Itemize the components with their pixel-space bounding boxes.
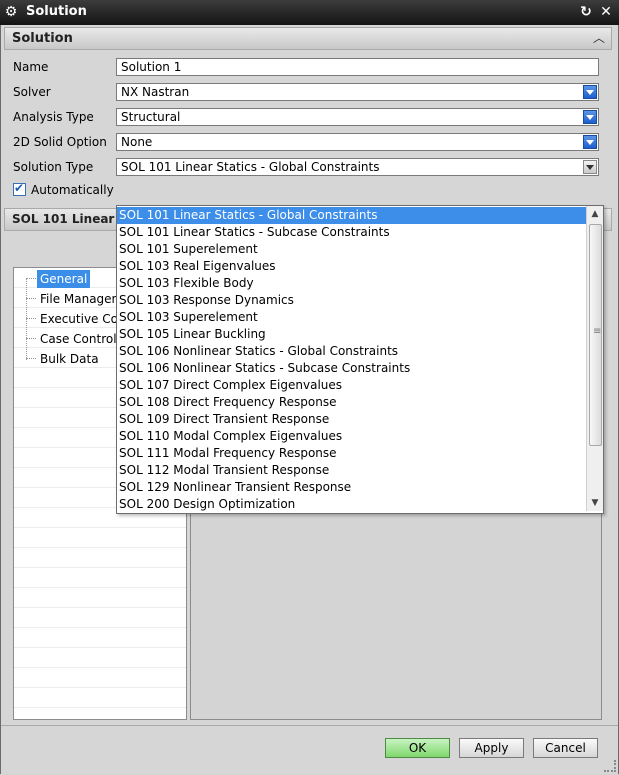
dropdown-option[interactable]: SOL 106 Nonlinear Statics - Global Const… <box>117 343 586 360</box>
solution-section-header[interactable]: Solution ︿ <box>4 27 612 50</box>
tree-row <box>14 708 186 719</box>
dropdown-option[interactable]: SOL 103 Superelement <box>117 309 586 326</box>
tree-row <box>14 588 186 608</box>
sol101-section-title: SOL 101 Linear S <box>12 212 128 226</box>
chevron-up-icon[interactable]: ︿ <box>591 29 607 47</box>
tree-row <box>14 668 186 688</box>
tree-row <box>14 648 186 668</box>
tree-item-executive-control[interactable]: Executive Co <box>37 310 121 328</box>
dialog-body: Solution ︿ Name Solution 1 Solver NX Nas… <box>0 25 619 774</box>
tree-row <box>14 628 186 648</box>
solution-type-dropdown-list[interactable]: SOL 101 Linear Statics - Global Constrai… <box>116 205 604 514</box>
reset-icon[interactable]: ↻ <box>577 3 595 21</box>
tree-connector <box>26 318 36 319</box>
resize-grip[interactable] <box>604 760 616 772</box>
tree-connector <box>26 278 28 360</box>
automatically-label: Automatically <box>31 183 114 197</box>
close-icon[interactable]: ✕ <box>597 3 615 21</box>
ok-button[interactable]: OK <box>385 738 450 758</box>
scroll-thumb[interactable]: ≡ <box>589 224 602 446</box>
dropdown-option[interactable]: SOL 103 Flexible Body <box>117 275 586 292</box>
solution-type-value: SOL 101 Linear Statics - Global Constrai… <box>121 160 380 174</box>
dropdown-option[interactable]: SOL 108 Direct Frequency Response <box>117 394 586 411</box>
dropdown-option[interactable]: SOL 200 Design Optimization <box>117 496 586 513</box>
dropdown-option[interactable]: SOL 101 Linear Statics - Subcase Constra… <box>117 224 586 241</box>
dropdown-option[interactable]: SOL 105 Linear Buckling <box>117 326 586 343</box>
grip-icon: ≡ <box>593 326 602 337</box>
tree-row <box>14 548 186 568</box>
chevron-down-icon[interactable] <box>583 160 597 174</box>
tree-item-file-management[interactable]: File Managem <box>37 290 126 308</box>
solver-label: Solver <box>13 85 51 99</box>
tree-row <box>14 688 186 708</box>
dropdown-option[interactable]: SOL 101 Superelement <box>117 241 586 258</box>
dropdown-option[interactable]: SOL 103 Response Dynamics <box>117 292 586 309</box>
name-label: Name <box>13 60 49 74</box>
analysis-type-value: Structural <box>121 110 181 124</box>
dropdown-option[interactable]: SOL 109 Direct Transient Response <box>117 411 586 428</box>
scroll-up-icon[interactable]: ▲ <box>587 206 603 222</box>
analysis-type-select[interactable]: Structural <box>116 108 599 126</box>
tree-row <box>14 608 186 628</box>
tree-row <box>14 528 186 548</box>
chevron-down-icon[interactable] <box>583 135 597 149</box>
tree-connector <box>26 278 36 279</box>
dropdown-option[interactable]: SOL 101 Linear Statics - Global Constrai… <box>117 207 586 224</box>
apply-button[interactable]: Apply <box>459 738 524 758</box>
dropdown-option[interactable]: SOL 129 Nonlinear Transient Response <box>117 479 586 496</box>
analysis-type-label: Analysis Type <box>13 110 94 124</box>
dropdown-option[interactable]: SOL 103 Real Eigenvalues <box>117 258 586 275</box>
title-bar: ⚙ Solution ↻ ✕ <box>0 0 619 25</box>
name-input[interactable]: Solution 1 <box>116 58 599 76</box>
tree-item-bulk-data[interactable]: Bulk Data <box>37 350 102 368</box>
dropdown-scrollbar[interactable]: ▲ ≡ ▼ <box>586 206 603 511</box>
chevron-down-icon[interactable] <box>583 85 597 99</box>
window-title: Solution <box>26 4 87 19</box>
tree-item-general[interactable]: General <box>37 270 91 288</box>
dropdown-option[interactable]: SOL 110 Modal Complex Eigenvalues <box>117 428 586 445</box>
tree-row <box>14 568 186 588</box>
gear-icon[interactable]: ⚙ <box>2 3 20 21</box>
section-title: Solution <box>12 31 73 46</box>
dropdown-option[interactable]: SOL 112 Modal Transient Response <box>117 462 586 479</box>
tree-connector <box>26 298 36 299</box>
solid-option-label: 2D Solid Option <box>13 135 107 149</box>
automatically-checkbox[interactable] <box>13 181 26 196</box>
dropdown-option[interactable]: SOL 106 Nonlinear Statics - Subcase Cons… <box>117 360 586 377</box>
tree-connector <box>26 338 36 339</box>
scroll-down-icon[interactable]: ▼ <box>587 495 603 511</box>
solid-option-value: None <box>121 135 153 149</box>
cancel-button[interactable]: Cancel <box>533 738 598 758</box>
solution-type-label: Solution Type <box>13 160 94 174</box>
button-bar: OK Apply Cancel <box>1 725 618 774</box>
solution-type-select[interactable]: SOL 101 Linear Statics - Global Constrai… <box>116 158 599 176</box>
solver-select[interactable]: NX Nastran <box>116 83 599 101</box>
tree-item-case-control[interactable]: Case Control <box>37 330 120 348</box>
tree-connector <box>26 358 36 359</box>
chevron-down-icon[interactable] <box>583 110 597 124</box>
dropdown-option[interactable]: SOL 111 Modal Frequency Response <box>117 445 586 462</box>
dropdown-option[interactable]: SOL 107 Direct Complex Eigenvalues <box>117 377 586 394</box>
solver-value: NX Nastran <box>121 85 190 99</box>
solid-option-select[interactable]: None <box>116 133 599 151</box>
